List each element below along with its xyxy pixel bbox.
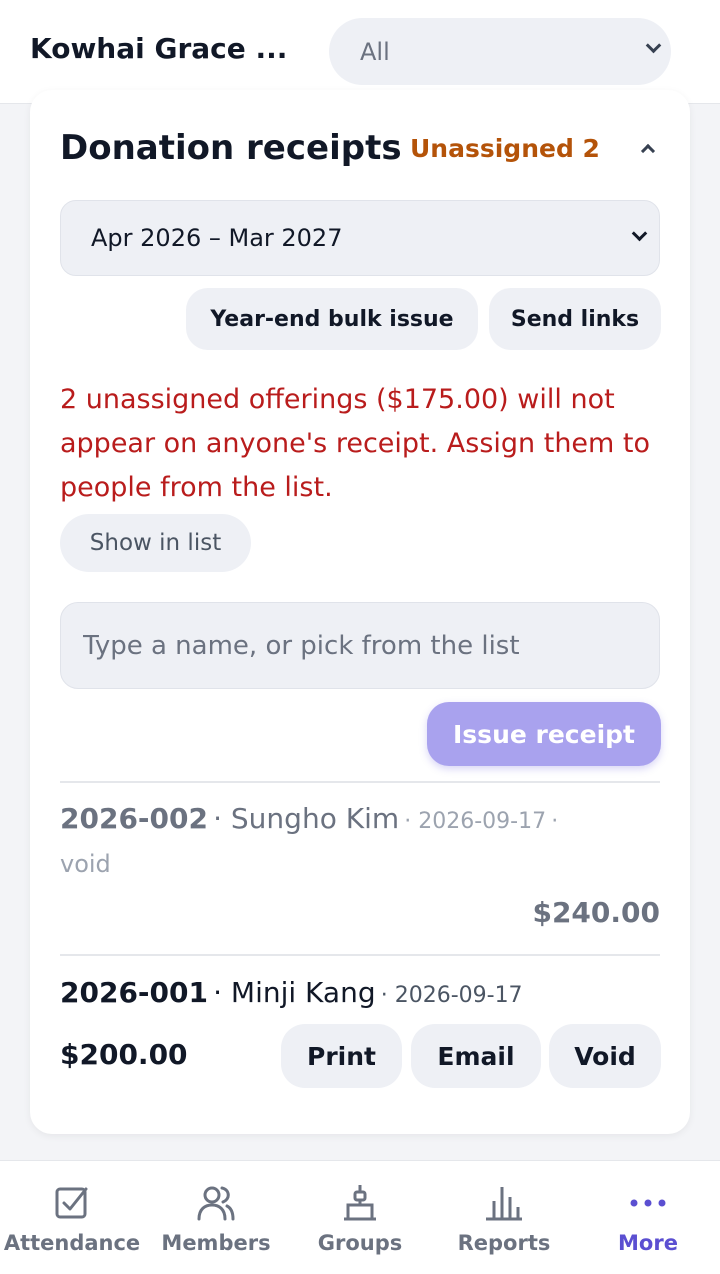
bar-chart-icon xyxy=(486,1187,522,1221)
send-links-button[interactable]: Send links xyxy=(489,288,661,350)
app-header: Kowhai Grace ... All xyxy=(0,0,720,104)
filter-value: All xyxy=(360,37,390,66)
separator: · xyxy=(380,983,395,1008)
receipt-name: Minji Kang xyxy=(230,976,376,1009)
separator: · xyxy=(551,809,559,834)
nav-label: More xyxy=(618,1231,678,1255)
issue-receipt-button[interactable]: Issue receipt xyxy=(427,702,661,766)
card-title: Donation receipts xyxy=(60,128,402,168)
checkbox-icon xyxy=(55,1187,88,1219)
chevron-down-icon xyxy=(645,37,662,54)
year-end-bulk-issue-button[interactable]: Year-end bulk issue xyxy=(186,288,478,350)
nav-item-attendance[interactable]: Attendance xyxy=(0,1161,144,1274)
hierarchy-icon xyxy=(344,1185,376,1221)
receipt-row: 2026-001 · Minji Kang · 2026-09-17 xyxy=(60,976,523,1009)
nav-item-groups[interactable]: Groups xyxy=(288,1161,432,1274)
receipt-amount: $240.00 xyxy=(532,896,660,929)
receipt-status: void xyxy=(60,850,111,878)
show-in-list-button[interactable]: Show in list xyxy=(60,514,251,572)
separator: · xyxy=(404,809,419,834)
void-button[interactable]: Void xyxy=(549,1024,661,1088)
unassigned-badge: Unassigned 2 xyxy=(410,134,600,163)
people-icon xyxy=(197,1186,235,1221)
separator: · xyxy=(213,976,231,1009)
nav-label: Members xyxy=(161,1231,271,1255)
donation-receipts-card: Donation receipts Unassigned 2 Apr 2026 … xyxy=(30,90,690,1134)
divider xyxy=(60,954,660,956)
name-input[interactable] xyxy=(60,602,660,689)
receipt-date: 2026-09-17 xyxy=(418,809,547,834)
divider xyxy=(60,781,660,783)
receipt-row: 2026-002 · Sungho Kim · 2026-09-17 · xyxy=(60,802,558,835)
receipt-number: 2026-002 xyxy=(60,802,208,835)
chevron-down-icon xyxy=(631,225,648,242)
receipt-name: Sungho Kim xyxy=(230,802,400,835)
nav-item-members[interactable]: Members xyxy=(144,1161,288,1274)
collapse-button[interactable] xyxy=(630,132,666,168)
receipt-date: 2026-09-17 xyxy=(394,983,523,1008)
print-button[interactable]: Print xyxy=(281,1024,402,1088)
nav-item-more[interactable]: More xyxy=(576,1161,720,1274)
separator: · xyxy=(213,802,231,835)
filter-select[interactable]: All xyxy=(329,18,671,85)
period-value: Apr 2026 – Mar 2027 xyxy=(91,224,343,252)
more-dots-icon xyxy=(630,1199,666,1207)
chevron-up-icon xyxy=(640,143,656,159)
nav-label: Groups xyxy=(317,1231,403,1255)
receipt-number: 2026-001 xyxy=(60,976,208,1009)
email-button[interactable]: Email xyxy=(411,1024,541,1088)
org-name[interactable]: Kowhai Grace ... xyxy=(30,32,300,65)
unassigned-warning: 2 unassigned offerings ($175.00) will no… xyxy=(60,384,651,503)
receipt-amount: $200.00 xyxy=(60,1038,188,1071)
period-select[interactable]: Apr 2026 – Mar 2027 xyxy=(60,200,660,276)
nav-label: Reports xyxy=(457,1231,551,1255)
nav-label: Attendance xyxy=(3,1231,141,1255)
bottom-nav: Attendance Members Groups Reports More xyxy=(0,1160,720,1274)
nav-item-reports[interactable]: Reports xyxy=(432,1161,576,1274)
